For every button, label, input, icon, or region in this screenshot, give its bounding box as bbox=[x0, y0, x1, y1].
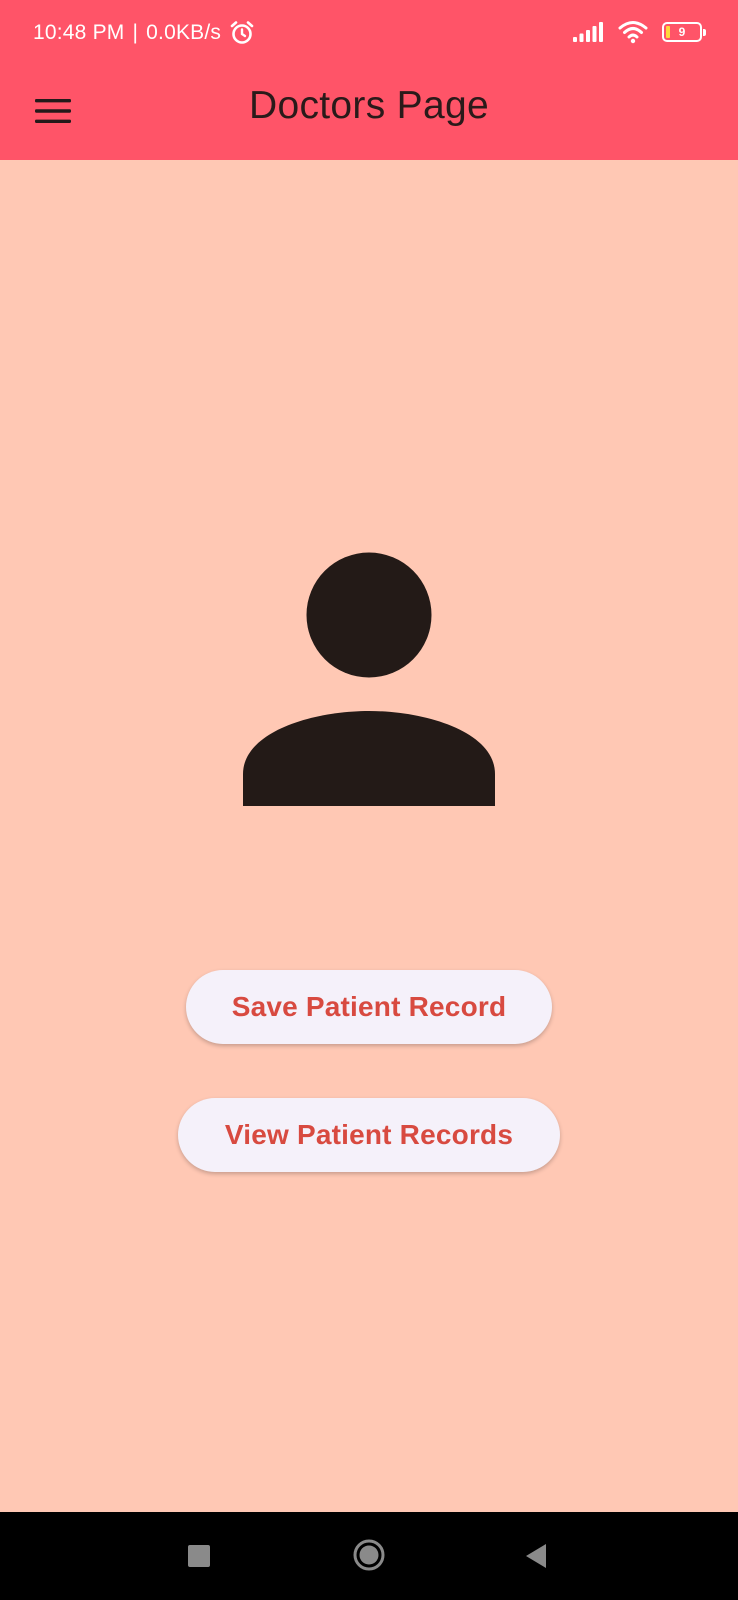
page-title: Doctors Page bbox=[249, 84, 489, 127]
app-bar: Doctors Page bbox=[0, 68, 738, 160]
home-icon[interactable] bbox=[353, 1539, 385, 1571]
top-bar: 10:48 PM | 0.0KB/s 9 Doctors Page bbox=[0, 0, 738, 160]
status-left: 10:48 PM | 0.0KB/s bbox=[33, 20, 255, 46]
status-separator: | bbox=[132, 21, 139, 44]
status-bar: 10:48 PM | 0.0KB/s 9 bbox=[0, 0, 738, 68]
network-speed: 0.0KB/s bbox=[146, 21, 222, 44]
status-time: 10:48 PM bbox=[33, 21, 125, 44]
alarm-icon bbox=[229, 20, 255, 46]
signal-icon bbox=[572, 21, 604, 43]
battery-level: 9 bbox=[678, 25, 686, 39]
wifi-icon bbox=[618, 20, 648, 44]
person-icon bbox=[242, 552, 496, 806]
navigation-bar bbox=[0, 1512, 738, 1600]
recents-icon[interactable] bbox=[188, 1545, 210, 1567]
battery-icon: 9 bbox=[662, 22, 706, 42]
view-patient-records-button[interactable]: View Patient Records bbox=[178, 1098, 560, 1172]
save-patient-record-button[interactable]: Save Patient Record bbox=[186, 970, 552, 1044]
battery-fill bbox=[666, 26, 670, 38]
status-right: 9 bbox=[572, 20, 706, 44]
back-icon[interactable] bbox=[524, 1543, 548, 1569]
